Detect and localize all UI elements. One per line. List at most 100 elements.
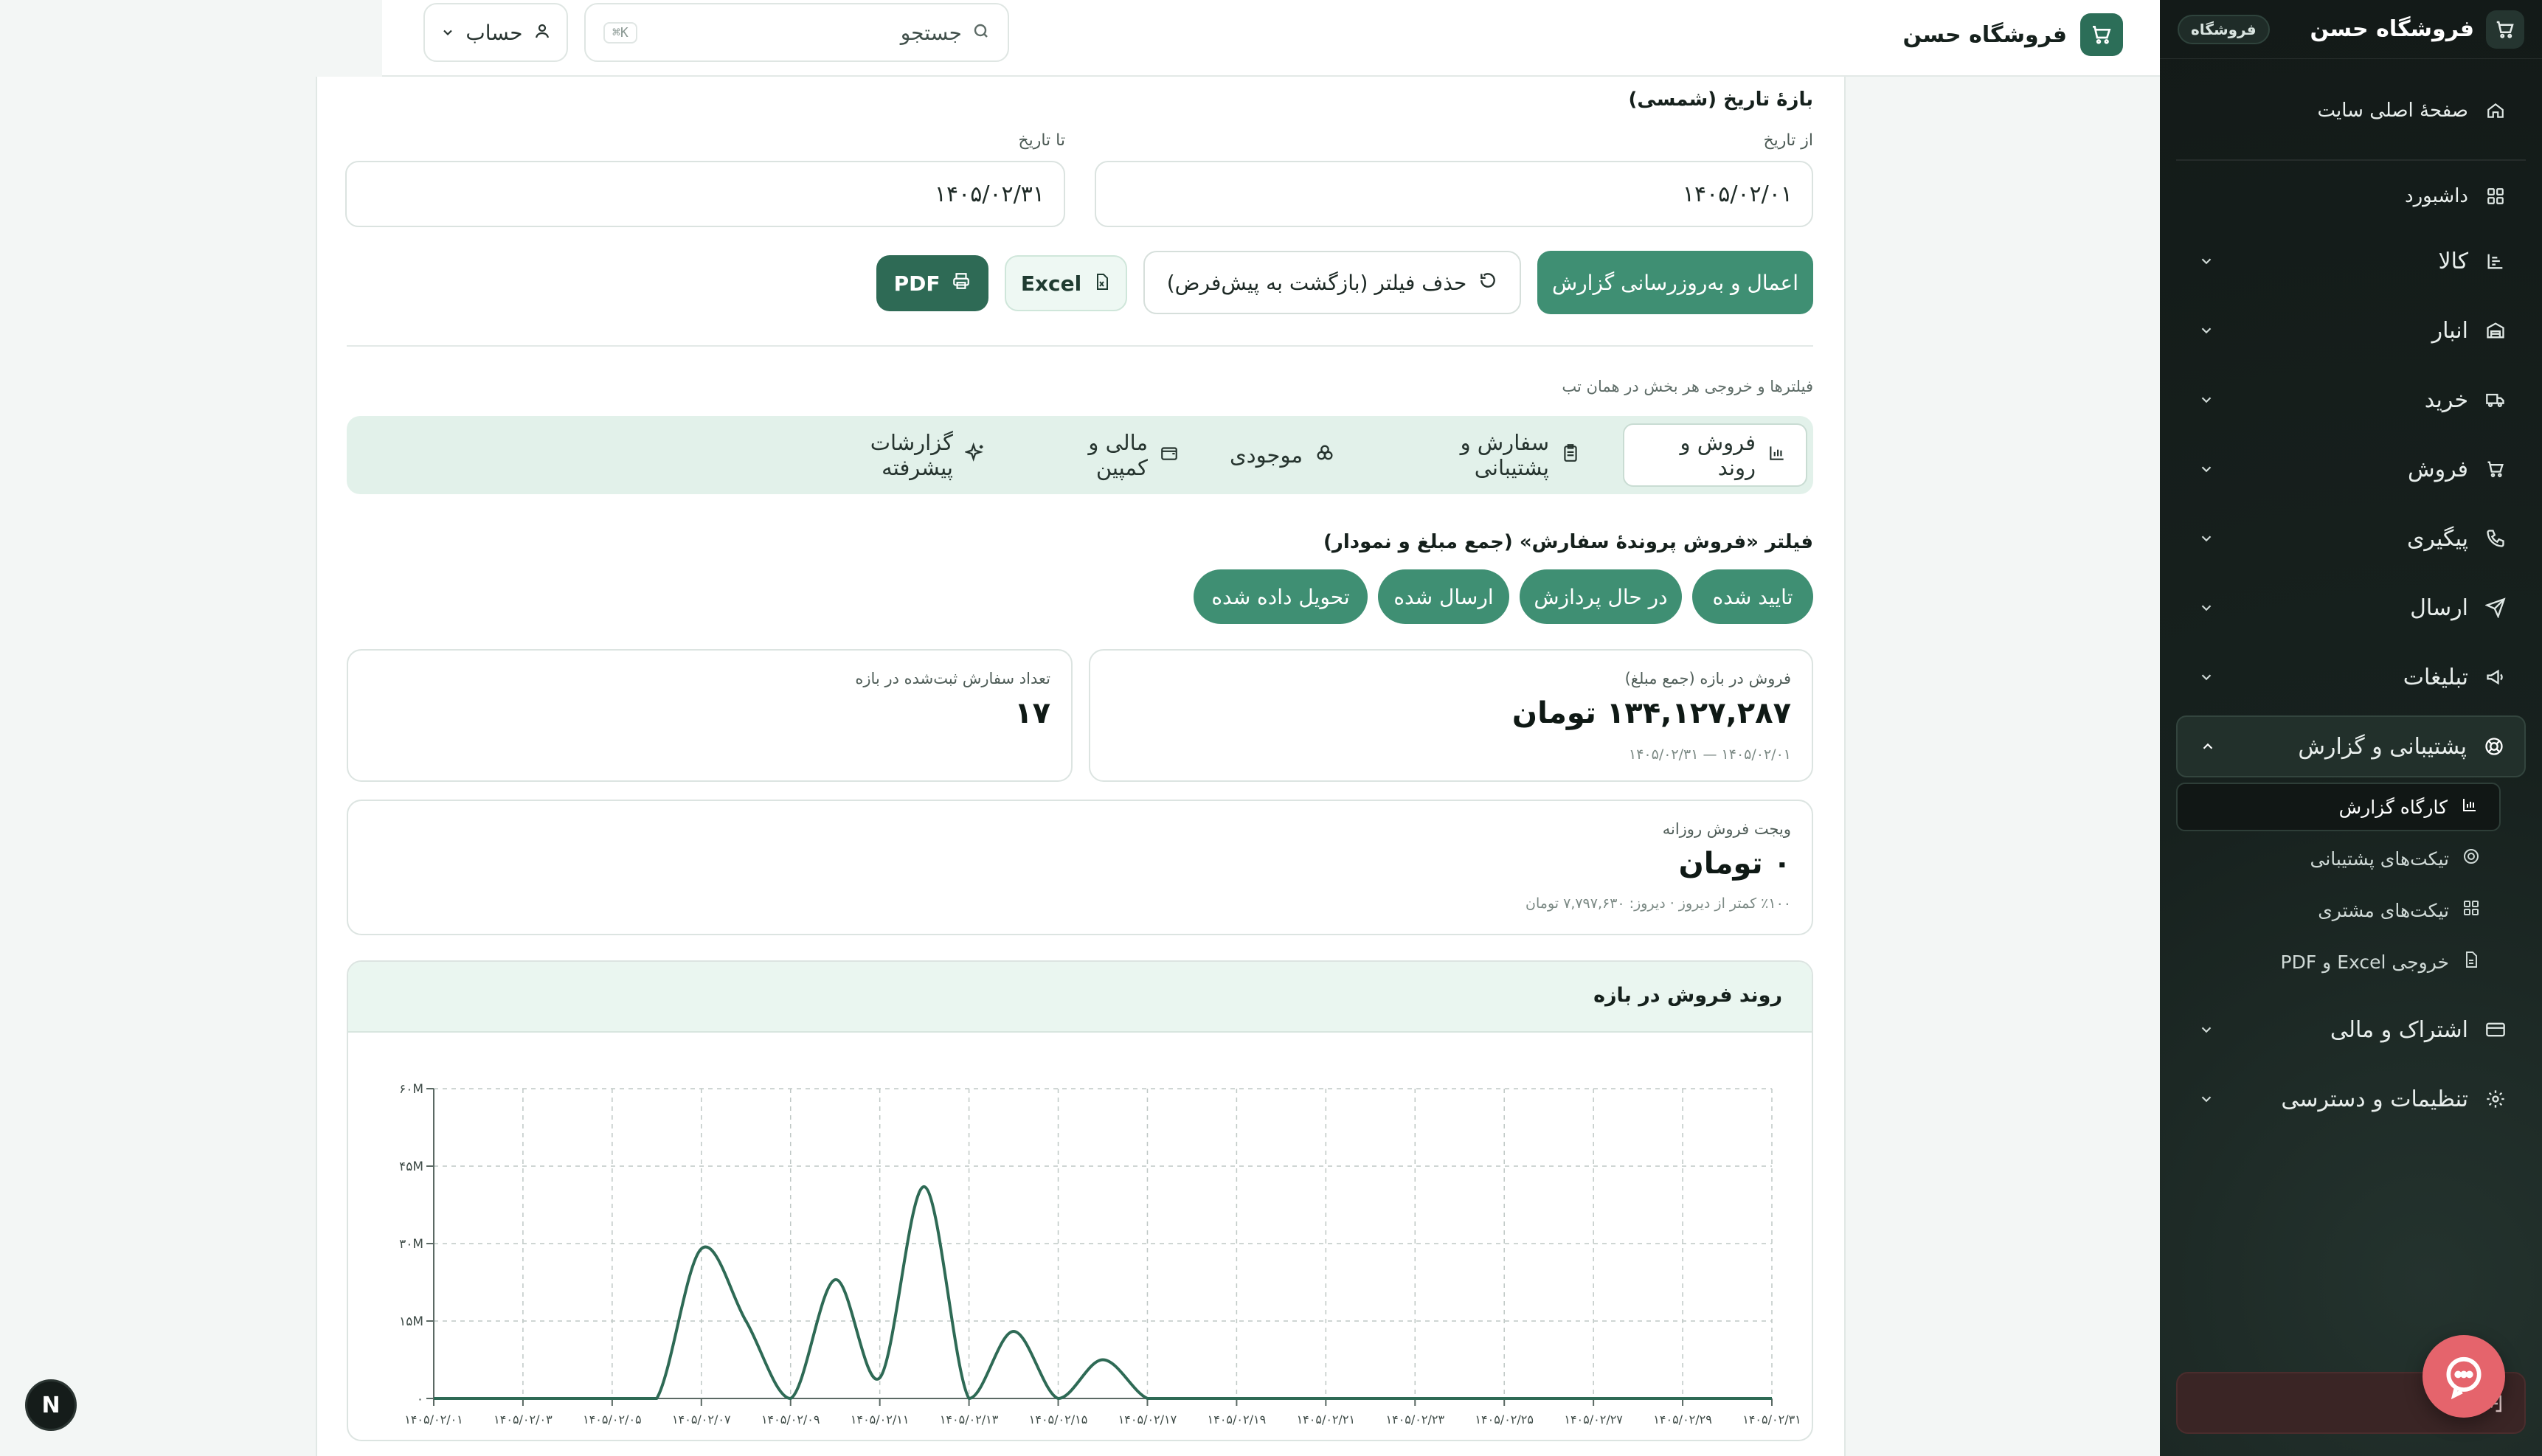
account-menu-button[interactable]: حساب — [423, 3, 568, 62]
x-tick-label: ۱۴۰۵/۰۲/۱۵ — [1029, 1412, 1088, 1426]
search-icon — [972, 22, 990, 43]
tab-label: فروش و روند — [1680, 430, 1756, 480]
excel-export-button[interactable]: Excel — [1005, 255, 1127, 311]
to-date-field[interactable]: ۱۴۰۵/۰۲/۳۱ — [345, 161, 1065, 227]
sidebar-title: فروشگاه حسن — [2310, 16, 2474, 42]
x-tick-label: ۱۴۰۵/۰۲/۱۱ — [851, 1412, 910, 1426]
x-tick-label: ۱۴۰۵/۰۲/۲۷ — [1564, 1412, 1623, 1426]
cart-icon — [2486, 10, 2524, 49]
pdf-export-button[interactable]: PDF — [876, 255, 988, 311]
sidebar-item-label: داشبورد — [2405, 185, 2468, 207]
next-dev-badge[interactable]: N — [25, 1379, 77, 1431]
card-icon — [2484, 1019, 2507, 1041]
from-date-label: از تاریخ — [1763, 131, 1813, 150]
sidebar-subitem-report-workshop[interactable]: کارگاه گزارش — [2176, 783, 2501, 831]
x-tick-label: ۱۴۰۵/۰۲/۲۵ — [1475, 1412, 1534, 1426]
tab-sales-trend[interactable]: فروش و روند — [1623, 423, 1807, 487]
status-filter-title: فیلتر «فروش پروندهٔ سفارش» (جمع مبلغ و ن… — [1323, 531, 1813, 553]
sparkles-icon — [963, 442, 986, 468]
lifebuoy-icon — [2483, 735, 2505, 758]
sidebar-item-sales[interactable]: فروش — [2176, 438, 2526, 500]
sidebar-subitem-support-tickets[interactable]: تیکت‌های پشتیبانی — [2176, 834, 2501, 883]
chevron-up-icon — [2197, 735, 2219, 758]
cart-icon — [2484, 458, 2507, 480]
chevron-down-icon — [2195, 319, 2217, 342]
tab-advanced-reports[interactable]: گزارشات پیشرفته — [791, 423, 1005, 487]
chevron-down-icon — [2195, 666, 2217, 688]
x-tick-label: ۱۴۰۵/۰۲/۱۷ — [1118, 1412, 1177, 1426]
tab-label: سفارش و پشتیبانی — [1460, 430, 1549, 480]
status-chip-delivered[interactable]: تحویل داده شده — [1194, 569, 1368, 624]
x-tick-label: ۱۴۰۵/۰۲/۱۳ — [940, 1412, 999, 1426]
apply-report-button[interactable]: اعمال و به‌روزرسانی گزارش — [1537, 251, 1813, 314]
search-shortcut: ⌘K — [603, 21, 637, 44]
x-tick-label: ۱۴۰۵/۰۲/۲۹ — [1653, 1412, 1712, 1426]
sidebar-subitem-label: کارگاه گزارش — [2338, 796, 2448, 818]
sidebar-item-products[interactable]: کالا — [2176, 230, 2526, 292]
status-chip-processing[interactable]: در حال پردازش — [1520, 569, 1682, 624]
chart-title: روند فروش در بازه — [1593, 984, 1782, 1007]
store-badge: فروشگاه — [2178, 14, 2270, 44]
store-name: فروشگاه حسن — [1902, 21, 2067, 48]
from-date-value: ۱۴۰۵/۰۲/۰۱ — [1682, 181, 1793, 207]
sidebar-item-label: تبلیغات — [2403, 664, 2468, 690]
store-brand[interactable]: فروشگاه حسن — [1903, 13, 2123, 56]
search-input[interactable]: جستجو ⌘K — [584, 3, 1009, 62]
sidebar-item-warehouse[interactable]: انبار — [2176, 299, 2526, 361]
sales-trend-chart-card: روند فروش در بازه ۰ ۱۵M ۳۰M ۴۵M ۶۰M ۱۴۰۵/۰۲/۰… — [347, 960, 1813, 1441]
sidebar-item-label: انبار — [2431, 317, 2468, 344]
tab-finance-campaign[interactable]: مالی و کمپین — [1014, 423, 1198, 487]
sidebar-item-purchase[interactable]: خرید — [2176, 369, 2526, 431]
x-tick-label: ۱۴۰۵/۰۲/۲۱ — [1297, 1412, 1356, 1426]
cart-icon — [2080, 13, 2123, 56]
sidebar-item-label: تنظیمات و دسترسی — [2281, 1086, 2468, 1112]
sidebar-item-dashboard[interactable]: داشبورد — [2176, 173, 2526, 220]
from-date-field[interactable]: ۱۴۰۵/۰۲/۰۱ — [1095, 161, 1813, 227]
sidebar-subitem-customer-tickets[interactable]: تیکت‌های مشتری — [2176, 886, 2501, 935]
tab-orders-support[interactable]: سفارش و پشتیبانی — [1363, 423, 1599, 487]
sidebar-divider — [2176, 159, 2526, 161]
reset-filter-button[interactable]: حذف فیلتر (بازگشت به پیش‌فرض) — [1143, 251, 1521, 314]
y-tick-label: ۳۰M — [399, 1237, 423, 1252]
status-chip-approved[interactable]: تایید شده — [1692, 569, 1813, 624]
account-label: حساب — [465, 20, 523, 45]
gear-icon — [2484, 1088, 2507, 1110]
daily-sales-widget: ویجت فروش روزانه ۰ تومان ٪۱۰۰ کمتر از دی… — [347, 800, 1813, 935]
chevron-down-icon — [2195, 597, 2217, 619]
x-tick-label: ۱۴۰۵/۰۲/۲۳ — [1386, 1412, 1445, 1426]
sales-trend-line — [434, 1185, 1772, 1400]
chat-button[interactable] — [2422, 1335, 2505, 1418]
kpi-card-orders: تعداد سفارش ثبت‌شده در بازه ۱۷ — [347, 649, 1073, 782]
sidebar-item-label: اشتراک و مالی — [2330, 1016, 2468, 1043]
x-tick-label: ۱۴۰۵/۰۲/۰۹ — [761, 1412, 820, 1426]
chart-icon — [2461, 796, 2479, 818]
kpi-card-sales: فروش در بازه (جمع مبلغ) ۱۳۴,۱۲۷,۲۸۷ توما… — [1089, 649, 1813, 782]
sidebar-item-subscription[interactable]: اشتراک و مالی — [2176, 999, 2526, 1061]
sidebar-item-label: پشتیبانی و گزارش — [2298, 733, 2467, 760]
bar-chart-icon — [1767, 443, 1787, 468]
y-tick-label: ۰ — [417, 1392, 423, 1407]
chevron-down-icon — [2195, 527, 2217, 550]
tab-inventory[interactable]: موجودی — [1207, 423, 1354, 487]
sidebar-subitem-exports[interactable]: خروجی Excel و PDF — [2176, 937, 2501, 986]
file-spreadsheet-icon — [1093, 271, 1111, 296]
sidebar-item-label: کالا — [2438, 248, 2468, 274]
sidebar-item-shipping[interactable]: ارسال — [2176, 577, 2526, 639]
x-tick-label: ۱۴۰۵/۰۲/۳۱ — [1742, 1412, 1801, 1426]
sidebar-item-support-reports[interactable]: پشتیبانی و گزارش — [2176, 715, 2526, 777]
sidebar-item-followup[interactable]: پیگیری — [2176, 507, 2526, 569]
kpi-caption: تعداد سفارش ثبت‌شده در بازه — [855, 670, 1050, 687]
home-icon — [2484, 100, 2507, 122]
chevron-down-icon — [2195, 389, 2217, 411]
widget-value: ۰ تومان — [1678, 847, 1791, 881]
sidebar-item-ads[interactable]: تبلیغات — [2176, 646, 2526, 708]
sidebar-item-label: صفحهٔ اصلی سایت — [2317, 100, 2468, 122]
sidebar-item-settings[interactable]: تنظیمات و دسترسی — [2176, 1068, 2526, 1130]
to-date-label: تا تاریخ — [1018, 131, 1065, 150]
megaphone-icon — [2484, 666, 2507, 688]
sidebar-item-label: خرید — [2424, 386, 2468, 413]
sidebar-item-home[interactable]: صفحهٔ اصلی سایت — [2176, 87, 2526, 134]
status-chip-shipped[interactable]: ارسال شده — [1378, 569, 1509, 624]
x-tick-label: ۱۴۰۵/۰۲/۰۷ — [672, 1412, 731, 1426]
send-icon — [2484, 597, 2507, 619]
